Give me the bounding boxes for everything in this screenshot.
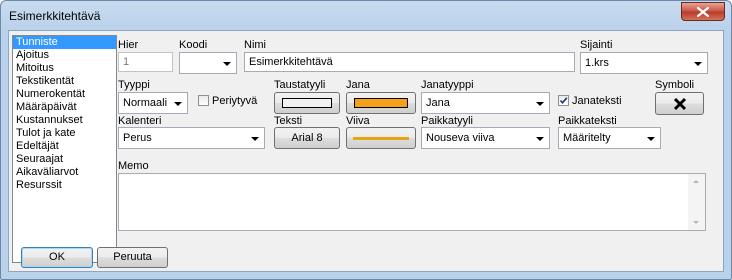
hier-label: Hier: [118, 39, 139, 51]
chevron-down-icon: [536, 137, 544, 141]
cancel-button[interactable]: Peruuta: [97, 247, 168, 268]
section-item-tulot-ja-kate[interactable]: Tulot ja kate: [13, 127, 116, 140]
periytyva-label: Periytyvä: [212, 95, 258, 107]
close-icon: [697, 7, 709, 17]
paikkateksti-value: Määritelty: [563, 132, 611, 144]
taustatyyli-label: Taustatyyli: [274, 79, 326, 91]
bar-color-swatch: [354, 98, 408, 108]
jana-button[interactable]: [346, 92, 416, 114]
chevron-down-icon: [223, 62, 231, 66]
dialog-client: Tunniste Ajoitus Mitoitus Tekstikentät N…: [8, 30, 724, 272]
chevron-down-icon: [694, 62, 702, 66]
section-item-ajoitus[interactable]: Ajoitus: [13, 49, 116, 62]
close-button[interactable]: [681, 2, 725, 21]
nimi-label: Nimi: [244, 39, 266, 51]
janatyyppi-value: Jana: [426, 97, 450, 109]
nimi-input[interactable]: Esimerkkitehtävä: [244, 52, 575, 72]
line-color-swatch: [353, 137, 409, 140]
section-item-aikavaliarvot[interactable]: Aikaväliarvot: [13, 166, 116, 179]
ok-button[interactable]: OK: [21, 247, 93, 268]
sijainti-label: Sijainti: [580, 39, 613, 51]
section-list[interactable]: Tunniste Ajoitus Mitoitus Tekstikentät N…: [12, 35, 117, 263]
viiva-button[interactable]: [346, 127, 416, 149]
dialog-window: Esimerkkitehtävä Tunniste Ajoitus Mitoit…: [0, 0, 732, 280]
janatyyppi-select[interactable]: Jana: [421, 92, 550, 114]
checkmark-icon: [559, 97, 568, 105]
memo-textarea[interactable]: [118, 173, 706, 231]
koodi-select[interactable]: [179, 52, 237, 74]
title-bar[interactable]: Esimerkkitehtävä: [1, 1, 731, 31]
window-title: Esimerkkitehtävä: [9, 9, 101, 23]
scroll-down-icon[interactable]: [693, 221, 699, 224]
janateksti-checkbox[interactable]: [558, 95, 569, 106]
section-item-tunniste[interactable]: Tunniste: [13, 36, 116, 49]
viiva-label: Viiva: [346, 115, 370, 127]
kalenteri-label: Kalenteri: [118, 115, 162, 127]
memo-scrollbar[interactable]: [688, 174, 705, 230]
tyyppi-select[interactable]: Normaali: [118, 92, 188, 114]
paikkateksti-select[interactable]: Määritelty: [558, 127, 661, 149]
memo-label: Memo: [118, 160, 149, 172]
section-item-maarapaivat[interactable]: Määräpäivät: [13, 101, 116, 114]
kalenteri-value: Perus: [123, 132, 152, 144]
scroll-up-icon[interactable]: [693, 180, 699, 183]
background-color-swatch: [282, 98, 332, 108]
paikkatyyli-label: Paikkatyyli: [421, 115, 473, 127]
paikkateksti-label: Paikkateksti: [558, 115, 617, 127]
paikkatyyli-value: Nouseva viiva: [426, 132, 495, 144]
chevron-down-icon: [536, 102, 544, 106]
koodi-label: Koodi: [179, 39, 208, 51]
paikkatyyli-select[interactable]: Nouseva viiva: [421, 127, 550, 149]
section-item-seuraajat[interactable]: Seuraajat: [13, 153, 116, 166]
section-item-edeltajat[interactable]: Edeltäjät: [13, 140, 116, 153]
section-item-kustannukset[interactable]: Kustannukset: [13, 114, 116, 127]
sijainti-select[interactable]: 1.krs: [580, 52, 708, 74]
jana-label: Jana: [346, 79, 370, 91]
taustatyyli-button[interactable]: [274, 92, 340, 114]
teksti-label: Teksti: [274, 115, 303, 127]
kalenteri-select[interactable]: Perus: [118, 127, 265, 149]
chevron-down-icon: [647, 137, 655, 141]
section-item-mitoitus[interactable]: Mitoitus: [13, 62, 116, 75]
janatyyppi-label: Janatyyppi: [421, 79, 474, 91]
teksti-button[interactable]: Arial 8: [274, 127, 340, 149]
section-item-resurssit[interactable]: Resurssit: [13, 179, 116, 192]
chevron-down-icon: [174, 102, 182, 106]
tyyppi-label: Tyyppi: [118, 79, 150, 91]
hier-input[interactable]: 1: [118, 52, 173, 72]
periytyva-checkbox[interactable]: [198, 95, 209, 106]
section-item-tekstikentat[interactable]: Tekstikentät: [13, 75, 116, 88]
x-icon: [673, 97, 687, 111]
janateksti-label: Janateksti: [572, 95, 622, 107]
tyyppi-value: Normaali: [123, 97, 168, 109]
section-item-numerokentat[interactable]: Numerokentät: [13, 88, 116, 101]
symboli-button[interactable]: [655, 92, 704, 115]
symboli-label: Symboli: [655, 79, 695, 91]
chevron-down-icon: [251, 137, 259, 141]
sijainti-value: 1.krs: [585, 57, 609, 69]
